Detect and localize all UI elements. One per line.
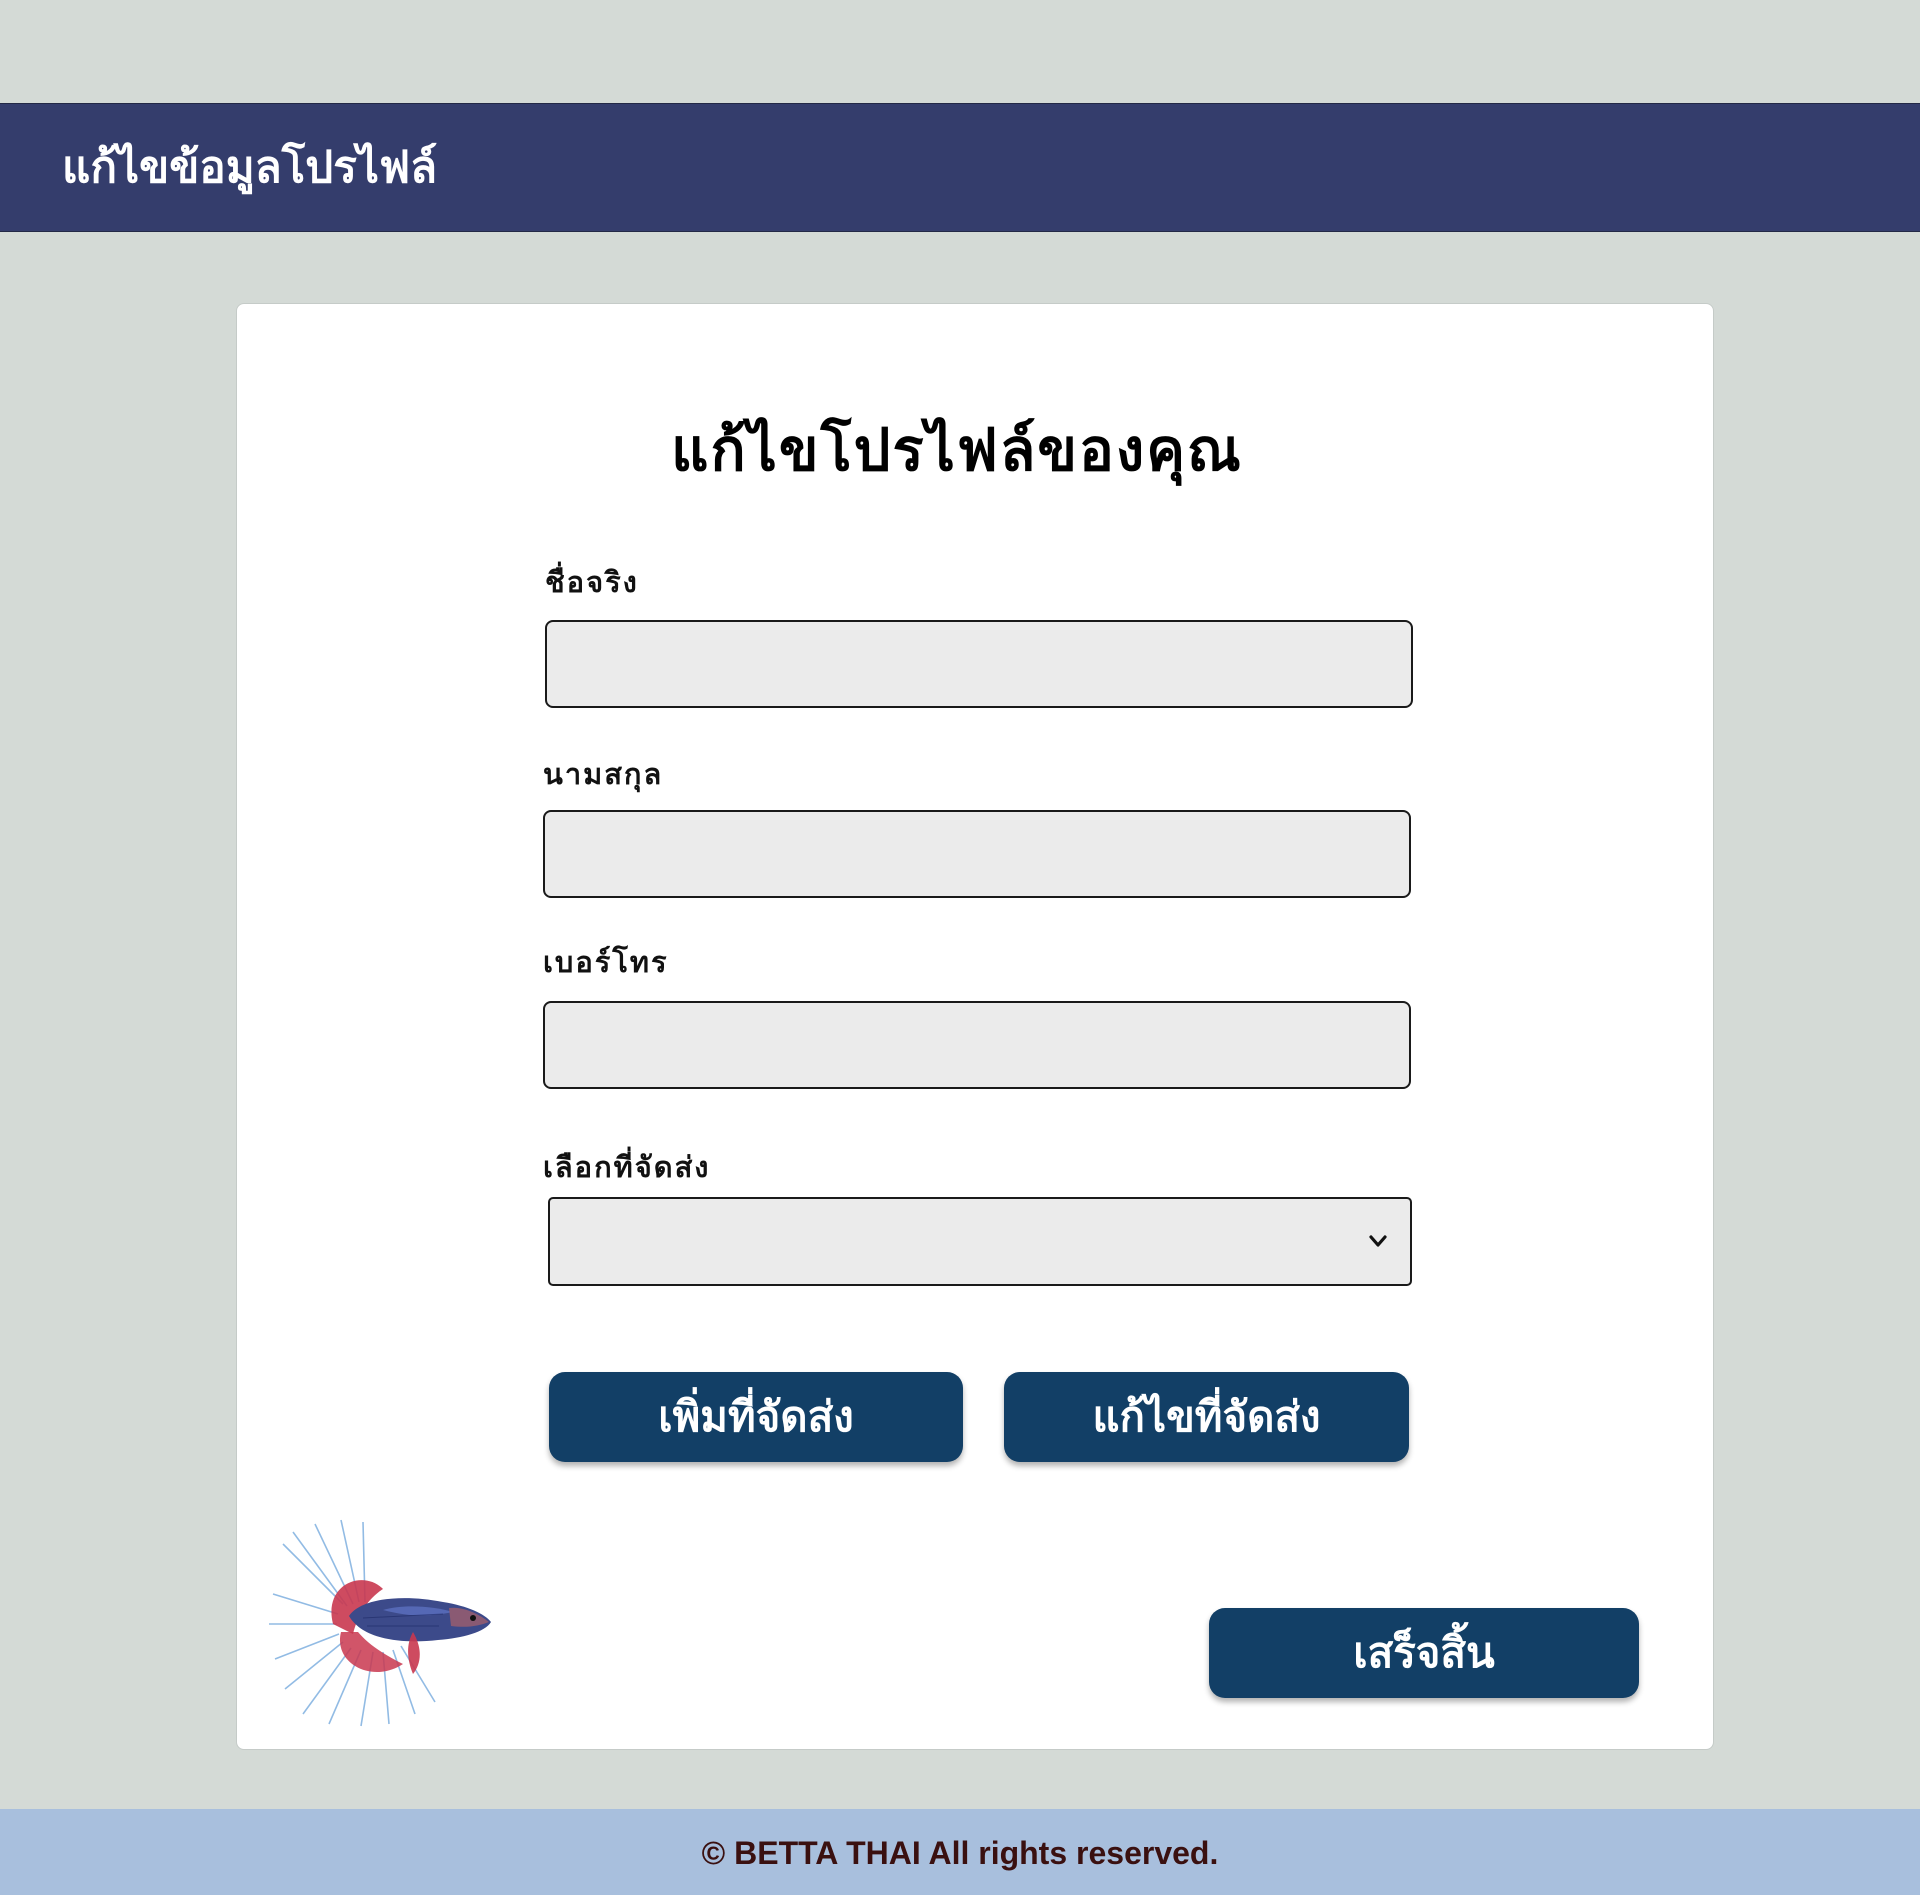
profile-card: แก้ไขโปรไฟล์ของคุณ ชื่อจริง นามสกุล เบอร… [236,303,1714,1750]
form-title: แก้ไขโปรไฟล์ของคุณ [671,416,1243,484]
shipping-select[interactable] [548,1197,1412,1286]
first-name-input[interactable] [545,620,1413,708]
footer-copyright: © BETTA THAI All rights reserved. [701,1835,1219,1871]
first-name-label: ชื่อจริง [545,565,639,599]
add-address-button[interactable]: เพิ่มที่จัดส่ง [549,1372,963,1462]
chevron-down-icon [1369,1235,1387,1247]
phone-input[interactable] [543,1001,1411,1089]
shipping-select-label: เลือกที่จัดส่ง [543,1150,711,1184]
betta-fish-image [269,1519,491,1727]
phone-label: เบอร์โทร [543,945,669,979]
edit-address-button[interactable]: แก้ไขที่จัดส่ง [1004,1372,1409,1462]
page-footer: © BETTA THAI All rights reserved. [0,1809,1920,1895]
last-name-input[interactable] [543,810,1411,898]
finish-button[interactable]: เสร็จสิ้น [1209,1608,1639,1698]
last-name-label: นามสกุล [543,757,664,791]
page-header: แก้ไขข้อมูลโปรไฟล์ [0,103,1920,232]
header-title: แก้ไขข้อมูลโปรไฟล์ [62,142,438,193]
